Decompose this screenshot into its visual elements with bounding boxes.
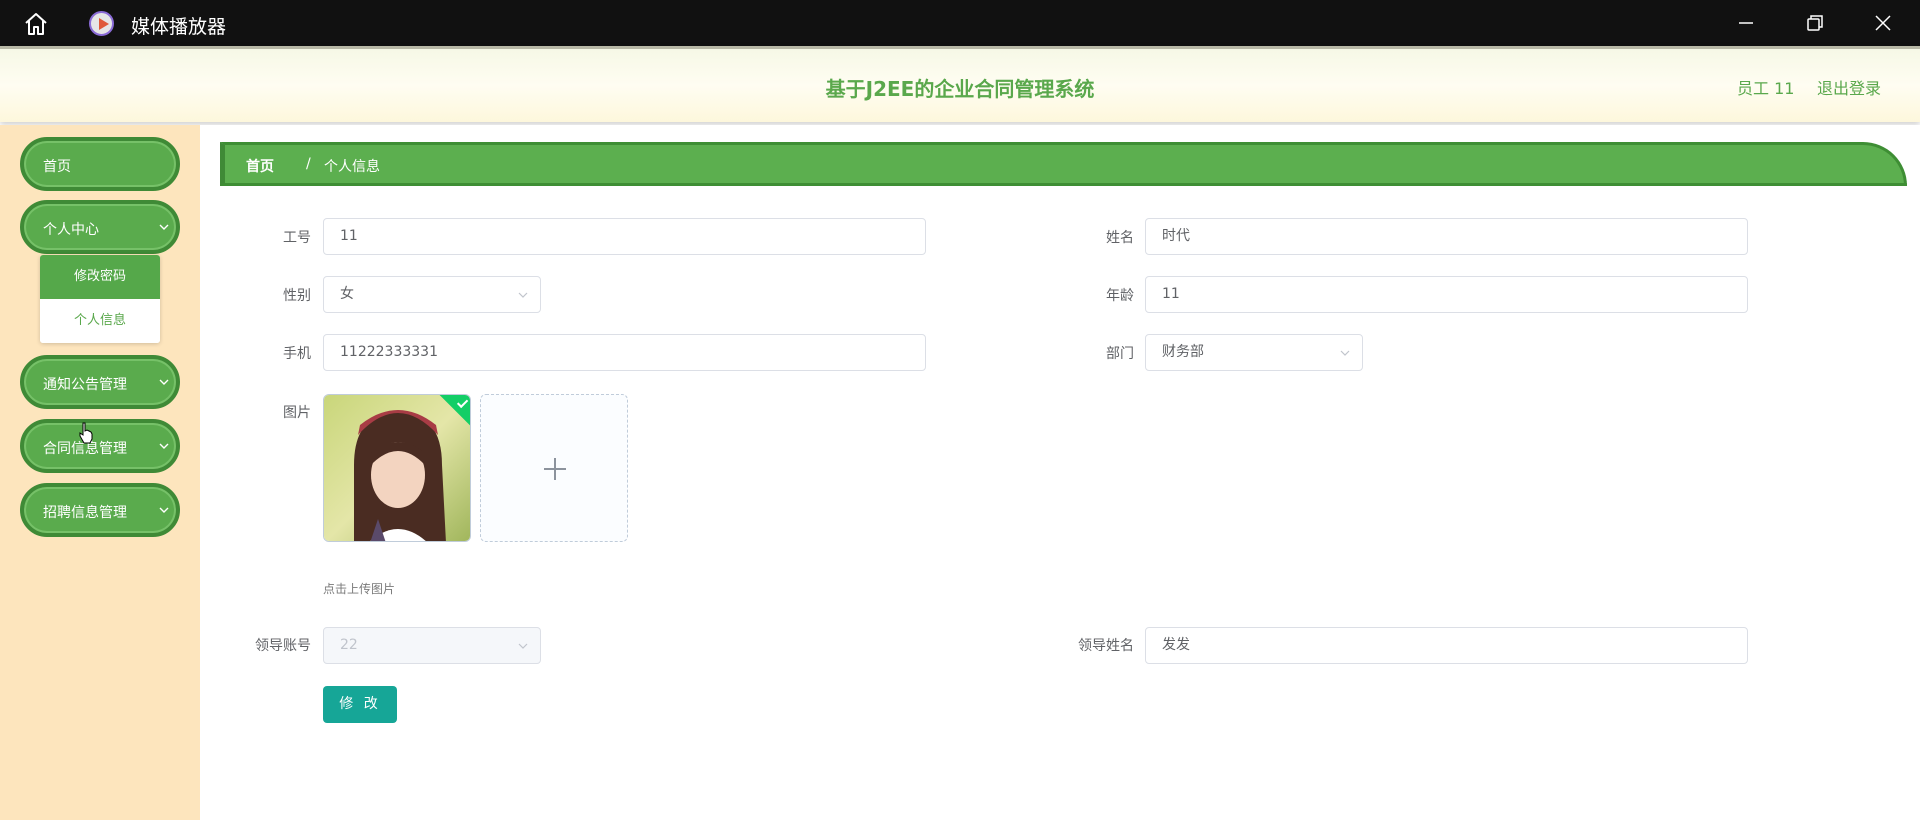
name-label: 姓名: [1106, 230, 1134, 246]
sidebar-item-home[interactable]: 首页: [20, 137, 180, 191]
media-player-icon: [89, 11, 114, 36]
department-label: 部门: [1106, 346, 1134, 362]
chevron-down-icon: [1340, 350, 1350, 356]
logout-link[interactable]: 退出登录: [1817, 75, 1881, 99]
close-icon[interactable]: [1872, 12, 1894, 34]
chevron-down-icon: [159, 379, 169, 385]
sidebar-item-label: 招聘信息管理: [43, 505, 127, 521]
gender-select[interactable]: 女: [323, 276, 541, 313]
age-label: 年龄: [1106, 288, 1134, 304]
mouse-cursor-icon: [79, 422, 93, 444]
leader-account-label: 领导账号: [255, 638, 311, 654]
chevron-down-icon: [518, 643, 528, 649]
age-input[interactable]: 11: [1145, 276, 1748, 313]
name-input[interactable]: 时代: [1145, 218, 1748, 255]
breadcrumb-home[interactable]: 首页: [246, 156, 274, 176]
breadcrumb-separator: /: [306, 156, 311, 172]
restore-icon[interactable]: [1804, 12, 1826, 34]
system-title: 基于J2EE的企业合同管理系统: [825, 77, 1095, 101]
current-user: 员工 11: [1737, 79, 1795, 98]
gender-select-value: 女: [340, 286, 354, 302]
photo-label: 图片: [283, 405, 311, 421]
chevron-down-icon: [159, 507, 169, 513]
phone-input[interactable]: 11222333331: [323, 334, 926, 371]
app-header: 基于J2EE的企业合同管理系统 员工 11 退出登录: [0, 46, 1920, 122]
upload-add-button[interactable]: [480, 394, 628, 542]
sidebar-item-label: 个人中心: [43, 222, 99, 238]
leader-name-input[interactable]: 发发: [1145, 627, 1748, 664]
employee-id-label: 工号: [283, 230, 311, 246]
sidebar-item-label: 首页: [43, 159, 71, 175]
uploaded-photo-thumbnail[interactable]: [323, 394, 471, 542]
chevron-down-icon: [518, 292, 528, 298]
window-title: 媒体播放器: [131, 16, 227, 38]
submenu-item-change-password[interactable]: 修改密码: [40, 255, 160, 299]
submit-button[interactable]: 修 改: [323, 686, 397, 723]
sidebar: 首页 个人中心 修改密码 个人信息 通知公告管理 合同信息管理 招聘信息管理: [0, 125, 200, 820]
chevron-down-icon: [159, 224, 169, 230]
leader-account-select: 22: [323, 627, 541, 664]
window-titlebar: 媒体播放器: [0, 0, 1920, 46]
upload-tip: 点击上传图片: [323, 582, 396, 596]
leader-name-label: 领导姓名: [1078, 638, 1134, 654]
home-icon[interactable]: [22, 10, 50, 38]
submenu-item-personal-info[interactable]: 个人信息: [40, 299, 160, 343]
main-content: 首页 / 个人信息 工号 11 姓名 时代 性别 女 年龄 11 手机 1122…: [200, 125, 1920, 820]
sidebar-item-notice-management[interactable]: 通知公告管理: [20, 355, 180, 409]
chevron-down-icon: [159, 443, 169, 449]
department-select[interactable]: 财务部: [1145, 334, 1363, 371]
breadcrumb-current: 个人信息: [324, 159, 380, 175]
phone-label: 手机: [283, 346, 311, 362]
personal-center-submenu: 修改密码 个人信息: [40, 255, 160, 343]
leader-account-select-value: 22: [340, 637, 358, 653]
department-select-value: 财务部: [1162, 344, 1204, 360]
gender-label: 性别: [283, 288, 311, 304]
sidebar-item-recruitment-management[interactable]: 招聘信息管理: [20, 483, 180, 537]
minimize-icon[interactable]: [1735, 12, 1757, 34]
sidebar-item-personal-center[interactable]: 个人中心: [20, 200, 180, 254]
sidebar-item-contract-management[interactable]: 合同信息管理: [20, 419, 180, 473]
sidebar-item-label: 通知公告管理: [43, 377, 127, 393]
profile-photo: [324, 395, 470, 541]
breadcrumb: 首页 / 个人信息: [220, 142, 1907, 186]
employee-id-input[interactable]: 11: [323, 218, 926, 255]
